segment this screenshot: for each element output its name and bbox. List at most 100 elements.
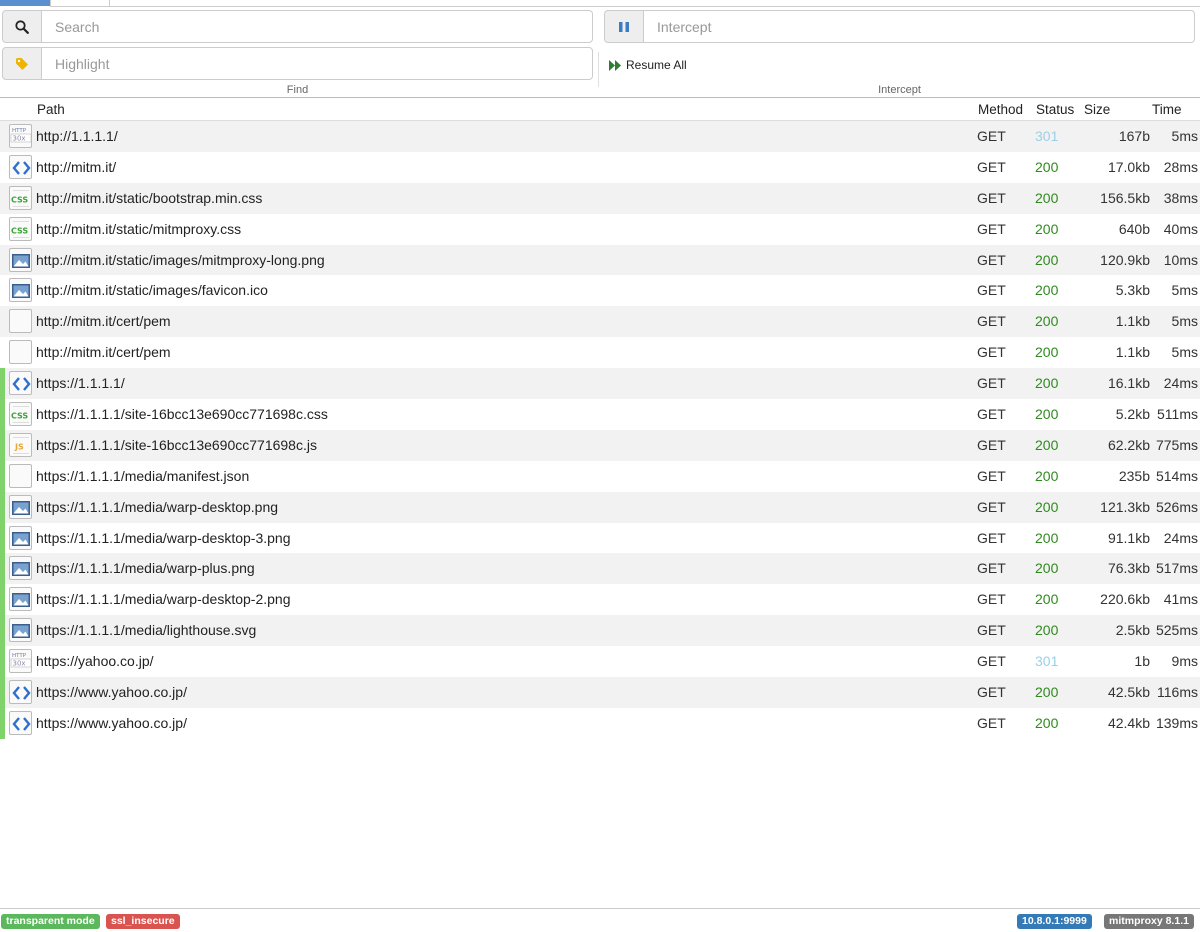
flow-row[interactable]: http://mitm.it/GET 200 17.0kb 28ms: [0, 151, 1200, 183]
flow-row[interactable]: HTTP 30x http://1.1.1.1/GET 301 167b 5ms: [0, 121, 1200, 152]
flow-row[interactable]: http://mitm.it/cert/pem GET 200 1.1kb 5ms: [0, 337, 1200, 369]
intercept-input[interactable]: [644, 10, 1195, 43]
flow-row[interactable]: https://1.1.1.1/media/lighthouse.svg GET 2…: [0, 615, 1200, 647]
svg-text:JS: JS: [14, 442, 24, 451]
flow-size: 42.4kb: [1107, 714, 1150, 731]
redirect-icon: HTTP 30x: [9, 124, 32, 148]
flow-method: GET: [977, 251, 1006, 268]
flow-path: https://1.1.1.1/media/lighthouse.svg: [36, 622, 257, 639]
flow-size: 5.2kb: [1115, 406, 1150, 423]
resume-all-button[interactable]: Resume All: [609, 58, 687, 72]
flow-row[interactable]: https://1.1.1.1/media/manifest.json GET 20…: [0, 460, 1200, 492]
flow-time: 517ms: [1155, 560, 1198, 577]
flow-path: http://mitm.it/static/mitmproxy.css: [36, 220, 242, 237]
flow-size: 156.5kb: [1100, 189, 1150, 206]
highlight-group: [2, 47, 593, 80]
flow-size: 17.0kb: [1107, 158, 1150, 175]
flow-time: 9ms: [1171, 653, 1198, 670]
flow-method: GET: [977, 220, 1006, 237]
column-method[interactable]: Method: [978, 102, 1023, 117]
flow-path: https://1.1.1.1/media/warp-desktop.png: [36, 498, 279, 515]
flow-path: https://1.1.1.1/media/warp-plus.png: [36, 560, 255, 577]
flow-marker: [0, 522, 5, 554]
top-tab-strip: [0, 0, 1200, 8]
flow-time: 775ms: [1155, 436, 1198, 453]
flow-row[interactable]: CSS http://mitm.it/static/mitmproxy.css GE…: [0, 213, 1200, 245]
flow-row[interactable]: http://mitm.it/cert/pem GET 200 1.1kb 5ms: [0, 306, 1200, 338]
document-icon: [9, 463, 32, 488]
flow-row[interactable]: https://1.1.1.1/media/warp-plus.png GET 20…: [0, 553, 1200, 585]
flow-size: 235b: [1118, 467, 1150, 484]
flow-table-body: HTTP 30x http://1.1.1.1/GET 301 167b 5ms http:…: [0, 121, 1200, 739]
flow-method: GET: [977, 591, 1006, 608]
flow-path: https://yahoo.co.jp/: [36, 653, 154, 670]
flow-status: 200: [1035, 406, 1059, 423]
flow-method: GET: [977, 344, 1006, 361]
flow-row[interactable]: https://1.1.1.1/media/warp-desktop-3.png…: [0, 522, 1200, 554]
column-path[interactable]: Path: [37, 102, 65, 117]
flow-method: GET: [977, 653, 1006, 670]
image-icon: [9, 247, 32, 272]
flow-status: 200: [1035, 282, 1059, 299]
flow-size: 167b: [1118, 128, 1150, 144]
flow-status: 200: [1035, 220, 1059, 237]
css-icon: CSS: [9, 402, 32, 427]
highlight-input[interactable]: [42, 47, 593, 80]
flow-time: 41ms: [1163, 591, 1198, 608]
flow-row[interactable]: HTTP 30x https://yahoo.co.jp/GET 301 1b 9ms: [0, 646, 1200, 678]
flow-marker: [0, 121, 5, 152]
column-time[interactable]: Time: [1152, 102, 1182, 117]
intercept-group: [604, 10, 1195, 43]
flow-time: 24ms: [1163, 529, 1198, 546]
flow-path: https://1.1.1.1/site-16bcc13e690cc771698…: [36, 436, 317, 453]
flow-row[interactable]: JS https://1.1.1.1/site-16bcc13e690cc7716…: [0, 429, 1200, 461]
search-input[interactable]: [42, 10, 593, 43]
svg-text:CSS: CSS: [11, 412, 28, 421]
document-icon: [9, 309, 32, 334]
flow-status: 301: [1035, 128, 1059, 144]
image-icon: [9, 278, 32, 303]
flow-row[interactable]: https://www.yahoo.co.jp/GET 200 42.5kb 116m…: [0, 677, 1200, 708]
flow-status: 200: [1035, 529, 1059, 546]
flow-row[interactable]: https://1.1.1.1/GET 200 16.1kb 24ms: [0, 368, 1200, 400]
flow-marker: [0, 399, 5, 430]
column-size[interactable]: Size: [1084, 102, 1110, 117]
css-icon: CSS: [9, 185, 32, 210]
tab-options[interactable]: [50, 0, 110, 7]
svg-text:30x: 30x: [13, 660, 26, 668]
search-group: [2, 10, 593, 43]
intercept-group-label: Intercept: [878, 84, 921, 96]
flow-method: GET: [977, 560, 1006, 577]
flow-marker: [0, 214, 5, 245]
column-status[interactable]: Status: [1036, 102, 1074, 117]
flow-row[interactable]: https://www.yahoo.co.jp/GET 200 42.4kb 139m…: [0, 707, 1200, 739]
flow-size: 640b: [1118, 220, 1150, 237]
image-icon: [9, 525, 32, 550]
flow-method: GET: [977, 498, 1006, 515]
flow-status: 200: [1035, 158, 1059, 175]
flow-size: 1b: [1134, 653, 1150, 670]
highlight-addon: [2, 47, 42, 80]
flow-row[interactable]: CSS http://mitm.it/static/bootstrap.min.c…: [0, 182, 1200, 214]
flow-marker: [0, 553, 5, 585]
flow-method: GET: [977, 375, 1006, 392]
flow-row[interactable]: http://mitm.it/static/images/favicon.ico…: [0, 275, 1200, 307]
tab-strip-border: [110, 6, 1200, 7]
tab-start[interactable]: [0, 0, 50, 6]
flow-row[interactable]: https://1.1.1.1/media/warp-desktop.png GE…: [0, 491, 1200, 523]
flow-status: 200: [1035, 591, 1059, 608]
flow-row[interactable]: http://mitm.it/static/images/mitmproxy-l…: [0, 244, 1200, 276]
flow-path: http://mitm.it/: [36, 158, 117, 175]
flow-marker: [0, 460, 5, 492]
flow-size: 5.3kb: [1115, 282, 1150, 299]
flow-size: 76.3kb: [1107, 560, 1150, 577]
flow-path: https://1.1.1.1/site-16bcc13e690cc771698…: [36, 406, 328, 423]
flow-row[interactable]: https://1.1.1.1/media/warp-desktop-2.png…: [0, 584, 1200, 616]
flow-status: 200: [1035, 436, 1059, 453]
js-icon: JS: [9, 432, 32, 457]
listen-address-badge: 10.8.0.1:9999: [1017, 914, 1092, 929]
html-icon: [9, 710, 32, 735]
flow-row[interactable]: CSS https://1.1.1.1/site-16bcc13e690cc771…: [0, 399, 1200, 430]
flow-size: 2.5kb: [1115, 622, 1150, 639]
flow-marker: [0, 183, 5, 214]
